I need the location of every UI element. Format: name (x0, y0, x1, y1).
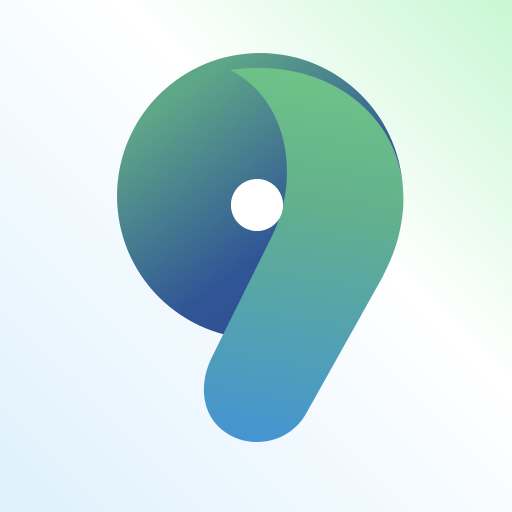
nine-logo-icon (0, 0, 512, 512)
app-icon-canvas (0, 0, 512, 512)
nine-hole (231, 179, 283, 231)
